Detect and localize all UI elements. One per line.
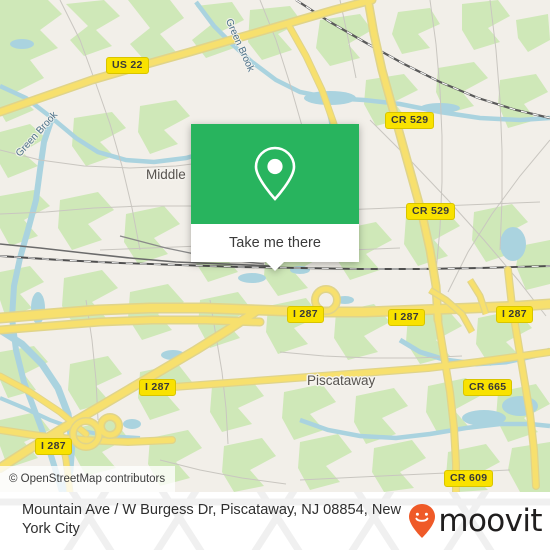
road-shield-i-287-southwest: I 287 bbox=[139, 379, 176, 396]
map-canvas[interactable]: Green Brook Green Brook Middle Piscatawa… bbox=[0, 0, 550, 492]
place-label-piscataway: Piscataway bbox=[307, 373, 376, 388]
popup-header bbox=[191, 124, 359, 224]
road-shield-cr-529-north: CR 529 bbox=[385, 112, 435, 129]
moovit-wordmark: moovit bbox=[438, 502, 542, 539]
place-label-middlesex: Middle bbox=[146, 167, 186, 182]
map-pin-icon bbox=[254, 146, 296, 201]
road-shield-i-287-far-southwest: I 287 bbox=[35, 438, 72, 455]
stop-address-label: Mountain Ave / W Burgess Dr, Piscataway,… bbox=[22, 502, 402, 537]
road-shield-us-22: US 22 bbox=[106, 57, 149, 74]
osm-attribution[interactable]: © OpenStreetMap contributors bbox=[0, 466, 176, 492]
moovit-brand: moovit bbox=[407, 502, 543, 539]
footer-bar: Mountain Ave / W Burgess Dr, Piscataway,… bbox=[0, 492, 550, 550]
popup-pointer-tail bbox=[266, 262, 284, 271]
location-popup-card[interactable]: Take me there bbox=[191, 124, 359, 271]
road-shield-i-287-east: I 287 bbox=[496, 306, 533, 323]
popup-footer[interactable]: Take me there bbox=[191, 224, 359, 271]
moovit-smiley-pin-icon bbox=[409, 504, 436, 538]
osm-attribution-text: © OpenStreetMap contributors bbox=[9, 473, 166, 485]
road-shield-cr-609: CR 609 bbox=[444, 470, 494, 487]
map-screen: Green Brook Green Brook Middle Piscatawa… bbox=[0, 0, 550, 550]
road-shield-i-287-center: I 287 bbox=[388, 309, 425, 326]
road-shield-i-287-west: I 287 bbox=[287, 306, 324, 323]
road-shield-cr-529-south: CR 529 bbox=[406, 203, 456, 220]
road-shield-cr-665: CR 665 bbox=[463, 379, 513, 396]
take-me-there-label: Take me there bbox=[229, 235, 321, 251]
